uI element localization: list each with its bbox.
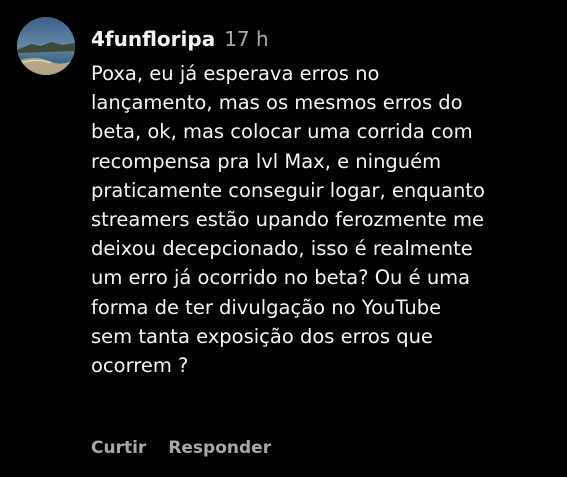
avatar[interactable] [17, 17, 75, 75]
comment-content: 4funfloripa 17 h Poxa, eu já esperava er… [91, 27, 559, 380]
comment-text: Poxa, eu já esperava erros no lançamento… [91, 59, 559, 380]
like-button[interactable]: Curtir [91, 438, 146, 458]
comment-text-line: um erro já ocorrido no beta? Ou é uma [91, 266, 471, 290]
profile-avatar-photo-icon [17, 17, 75, 75]
comment-actions: Curtir Responder [91, 438, 293, 458]
reply-button[interactable]: Responder [168, 438, 271, 458]
comment-text-line: streamers estão upando ferozmente me [91, 208, 484, 232]
comment-text-line: praticamente conseguir logar, enquanto [91, 178, 485, 202]
comment-header: 4funfloripa 17 h [91, 27, 559, 55]
comment-text-line: Poxa, eu já esperava erros no [91, 62, 380, 85]
comment-text-line: beta, ok, mas colocar uma corrida com [91, 120, 473, 144]
comment: 4funfloripa 17 h Poxa, eu já esperava er… [17, 17, 559, 477]
username-link[interactable]: 4funfloripa [91, 27, 215, 51]
comment-timestamp[interactable]: 17 h [224, 27, 268, 51]
comment-text-line: lançamento, mas os mesmos erros do [91, 91, 463, 115]
comment-text-line: ocorrem ? [91, 354, 189, 378]
comment-text-line: recompensa pra lvl Max, e ninguém [91, 149, 442, 173]
comment-text-line: forma de ter divulgação no YouTube [91, 295, 442, 319]
comment-text-line: deixou decepcionado, isso é realmente [91, 237, 473, 261]
comment-text-line: sem tanta exposição dos erros que [91, 324, 433, 348]
